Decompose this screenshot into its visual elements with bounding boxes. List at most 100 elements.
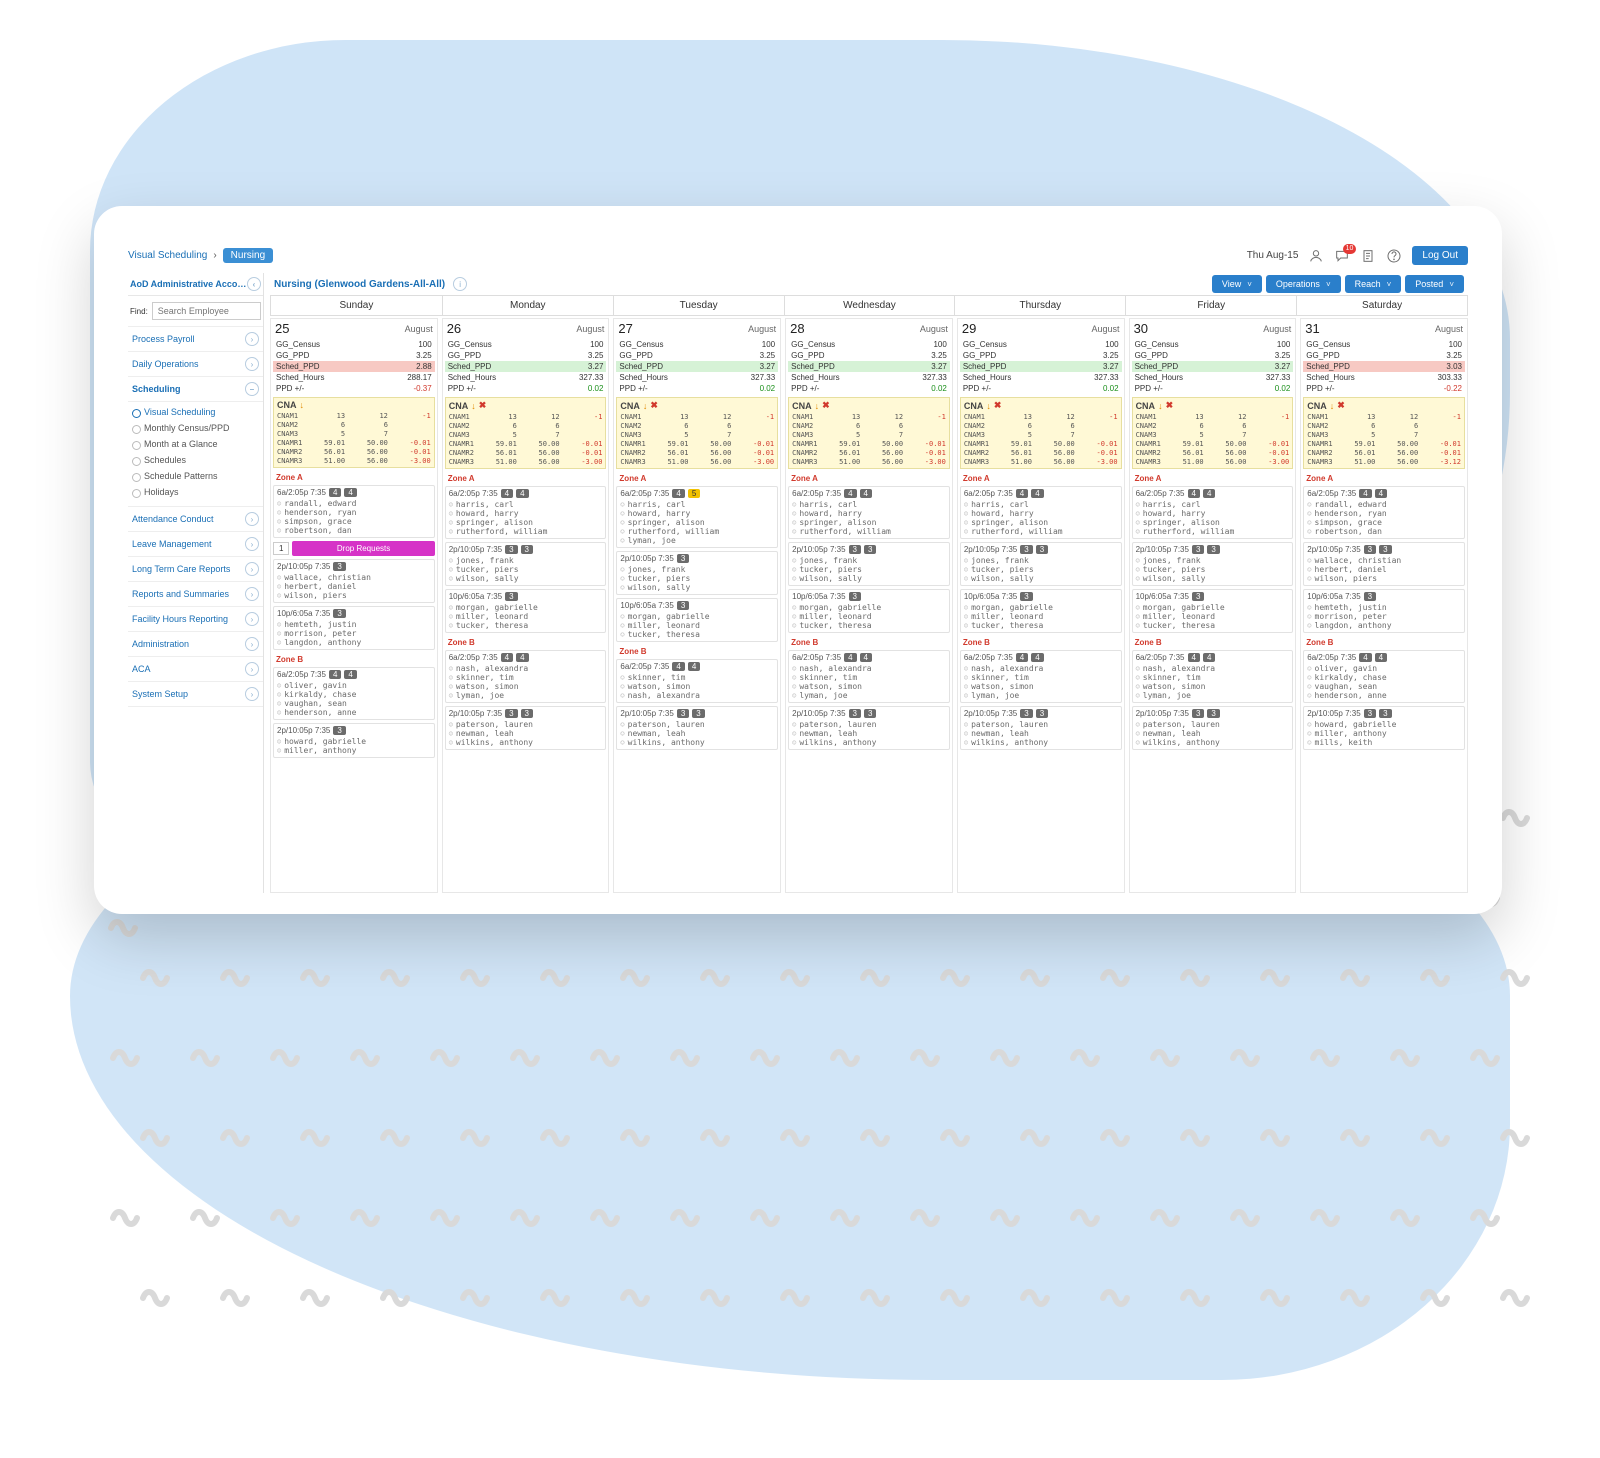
shift-block[interactable]: 2p/10:05p 7:3533paterson, laurennewman, … <box>1132 706 1294 750</box>
employee[interactable]: wilson, piers <box>1307 574 1461 583</box>
employee[interactable]: springer, alison <box>792 518 946 527</box>
employee[interactable]: rutherford, william <box>964 527 1118 536</box>
shift-block[interactable]: 10p/6:05a 7:353morgan, gabriellemiller, … <box>445 589 607 633</box>
employee[interactable]: wilkins, anthony <box>964 738 1118 747</box>
shift-block[interactable]: 2p/10:05p 7:3533paterson, laurennewman, … <box>788 706 950 750</box>
employee[interactable]: howard, harry <box>620 509 774 518</box>
employee[interactable]: jones, frank <box>449 556 603 565</box>
employee[interactable]: skinner, tim <box>792 673 946 682</box>
shift-block[interactable]: 6a/2:05p 7:3544nash, alexandraskinner, t… <box>788 650 950 703</box>
nav-attendance-conduct[interactable]: Attendance Conduct› <box>128 507 263 532</box>
employee[interactable]: miller, leonard <box>620 621 774 630</box>
employee[interactable]: harris, carl <box>1136 500 1290 509</box>
employee[interactable]: howard, harry <box>1136 509 1290 518</box>
employee[interactable]: tucker, theresa <box>964 621 1118 630</box>
nav-reports-and-summaries[interactable]: Reports and Summaries› <box>128 582 263 607</box>
employee[interactable]: nash, alexandra <box>792 664 946 673</box>
employee[interactable]: springer, alison <box>449 518 603 527</box>
employee[interactable]: wilson, sally <box>620 583 774 592</box>
drop-requests-button[interactable]: Drop Requests <box>292 541 434 556</box>
employee[interactable]: robertson, dan <box>1307 527 1461 536</box>
employee[interactable]: nash, alexandra <box>964 664 1118 673</box>
shift-block[interactable]: 2p/10:05p 7:3533jones, franktucker, pier… <box>960 542 1122 586</box>
employee[interactable]: randall, edward <box>277 499 431 508</box>
employee[interactable]: watson, simon <box>1136 682 1290 691</box>
employee[interactable]: wilkins, anthony <box>792 738 946 747</box>
info-icon[interactable]: i <box>453 277 467 291</box>
employee[interactable]: harris, carl <box>964 500 1118 509</box>
shift-block[interactable]: 2p/10:05p 7:353howard, gabriellemiller, … <box>273 723 435 758</box>
employee[interactable]: rutherford, william <box>1136 527 1290 536</box>
employee[interactable]: morgan, gabrielle <box>620 612 774 621</box>
employee[interactable]: wilson, sally <box>1136 574 1290 583</box>
employee[interactable]: lyman, joe <box>449 691 603 700</box>
employee[interactable]: springer, alison <box>620 518 774 527</box>
help-icon[interactable] <box>1386 248 1402 264</box>
shift-block[interactable]: 10p/6:05a 7:353morgan, gabriellemiller, … <box>616 598 778 642</box>
employee[interactable]: paterson, lauren <box>620 720 774 729</box>
shift-block[interactable]: 2p/10:05p 7:353jones, franktucker, piers… <box>616 551 778 595</box>
employee[interactable]: tucker, piers <box>964 565 1118 574</box>
nav-leave-management[interactable]: Leave Management› <box>128 532 263 557</box>
nav-aca[interactable]: ACA› <box>128 657 263 682</box>
employee[interactable]: jones, frank <box>620 565 774 574</box>
employee[interactable]: wallace, christian <box>1307 556 1461 565</box>
employee[interactable]: simpson, grace <box>1307 518 1461 527</box>
employee[interactable]: kirkaldy, chase <box>277 690 431 699</box>
employee[interactable]: skinner, tim <box>449 673 603 682</box>
employee[interactable]: morgan, gabrielle <box>1136 603 1290 612</box>
nav-long-term-care-reports[interactable]: Long Term Care Reports› <box>128 557 263 582</box>
shift-block[interactable]: 6a/2:05p 7:3544oliver, gavinkirkaldy, ch… <box>273 667 435 720</box>
employee[interactable]: miller, leonard <box>449 612 603 621</box>
operations-dropdown[interactable]: Operations <box>1266 275 1341 293</box>
employee[interactable]: jones, frank <box>792 556 946 565</box>
employee[interactable]: wilson, sally <box>964 574 1118 583</box>
employee[interactable]: henderson, anne <box>277 708 431 717</box>
shift-block[interactable]: 10p/6:05a 7:353morgan, gabriellemiller, … <box>788 589 950 633</box>
employee[interactable]: lyman, joe <box>792 691 946 700</box>
employee[interactable]: tucker, piers <box>449 565 603 574</box>
subnav-month-at-a-glance[interactable]: Month at a Glance <box>128 436 263 452</box>
employee[interactable]: paterson, lauren <box>449 720 603 729</box>
chat-icon[interactable]: 10 <box>1334 248 1350 264</box>
employee[interactable]: rutherford, william <box>620 527 774 536</box>
employee[interactable]: wilson, piers <box>277 591 431 600</box>
clipboard-icon[interactable] <box>1360 248 1376 264</box>
shift-block[interactable]: 6a/2:05p 7:3544skinner, timwatson, simon… <box>616 659 778 703</box>
employee[interactable]: newman, leah <box>792 729 946 738</box>
shift-block[interactable]: 6a/2:05p 7:3544nash, alexandraskinner, t… <box>445 650 607 703</box>
employee[interactable]: springer, alison <box>1136 518 1290 527</box>
employee[interactable]: tucker, theresa <box>449 621 603 630</box>
subnav-visual-scheduling[interactable]: Visual Scheduling <box>128 404 263 420</box>
employee[interactable]: harris, carl <box>620 500 774 509</box>
employee[interactable]: watson, simon <box>620 682 774 691</box>
employee[interactable]: nash, alexandra <box>1136 664 1290 673</box>
collapse-icon[interactable]: ‹ <box>247 277 261 291</box>
employee[interactable]: wilkins, anthony <box>449 738 603 747</box>
user-icon[interactable] <box>1308 248 1324 264</box>
employee[interactable]: howard, gabrielle <box>1307 720 1461 729</box>
employee[interactable]: miller, leonard <box>792 612 946 621</box>
employee[interactable]: oliver, gavin <box>277 681 431 690</box>
view-dropdown[interactable]: View <box>1212 275 1262 293</box>
shift-block[interactable]: 6a/2:05p 7:3544harris, carlhoward, harry… <box>445 486 607 539</box>
shift-block[interactable]: 6a/2:05p 7:3544harris, carlhoward, harry… <box>960 486 1122 539</box>
employee[interactable]: tucker, theresa <box>620 630 774 639</box>
employee[interactable]: lyman, joe <box>620 536 774 545</box>
employee[interactable]: robertson, dan <box>277 526 431 535</box>
shift-block[interactable]: 10p/6:05a 7:353morgan, gabriellemiller, … <box>960 589 1122 633</box>
employee[interactable]: morgan, gabrielle <box>964 603 1118 612</box>
employee[interactable]: rutherford, william <box>449 527 603 536</box>
employee[interactable]: lyman, joe <box>1136 691 1290 700</box>
employee[interactable]: henderson, ryan <box>277 508 431 517</box>
shift-block[interactable]: 10p/6:05a 7:353hemteth, justinmorrison, … <box>1303 589 1465 633</box>
employee[interactable]: tucker, theresa <box>792 621 946 630</box>
employee[interactable]: howard, gabrielle <box>277 737 431 746</box>
shift-block[interactable]: 2p/10:05p 7:3533wallace, christianherber… <box>1303 542 1465 586</box>
employee[interactable]: tucker, piers <box>1136 565 1290 574</box>
employee[interactable]: morrison, peter <box>277 629 431 638</box>
shift-block[interactable]: 2p/10:05p 7:3533jones, franktucker, pier… <box>445 542 607 586</box>
employee[interactable]: herbert, daniel <box>1307 565 1461 574</box>
shift-block[interactable]: 2p/10:05p 7:353wallace, christianherbert… <box>273 559 435 603</box>
shift-block[interactable]: 2p/10:05p 7:3533jones, franktucker, pier… <box>1132 542 1294 586</box>
